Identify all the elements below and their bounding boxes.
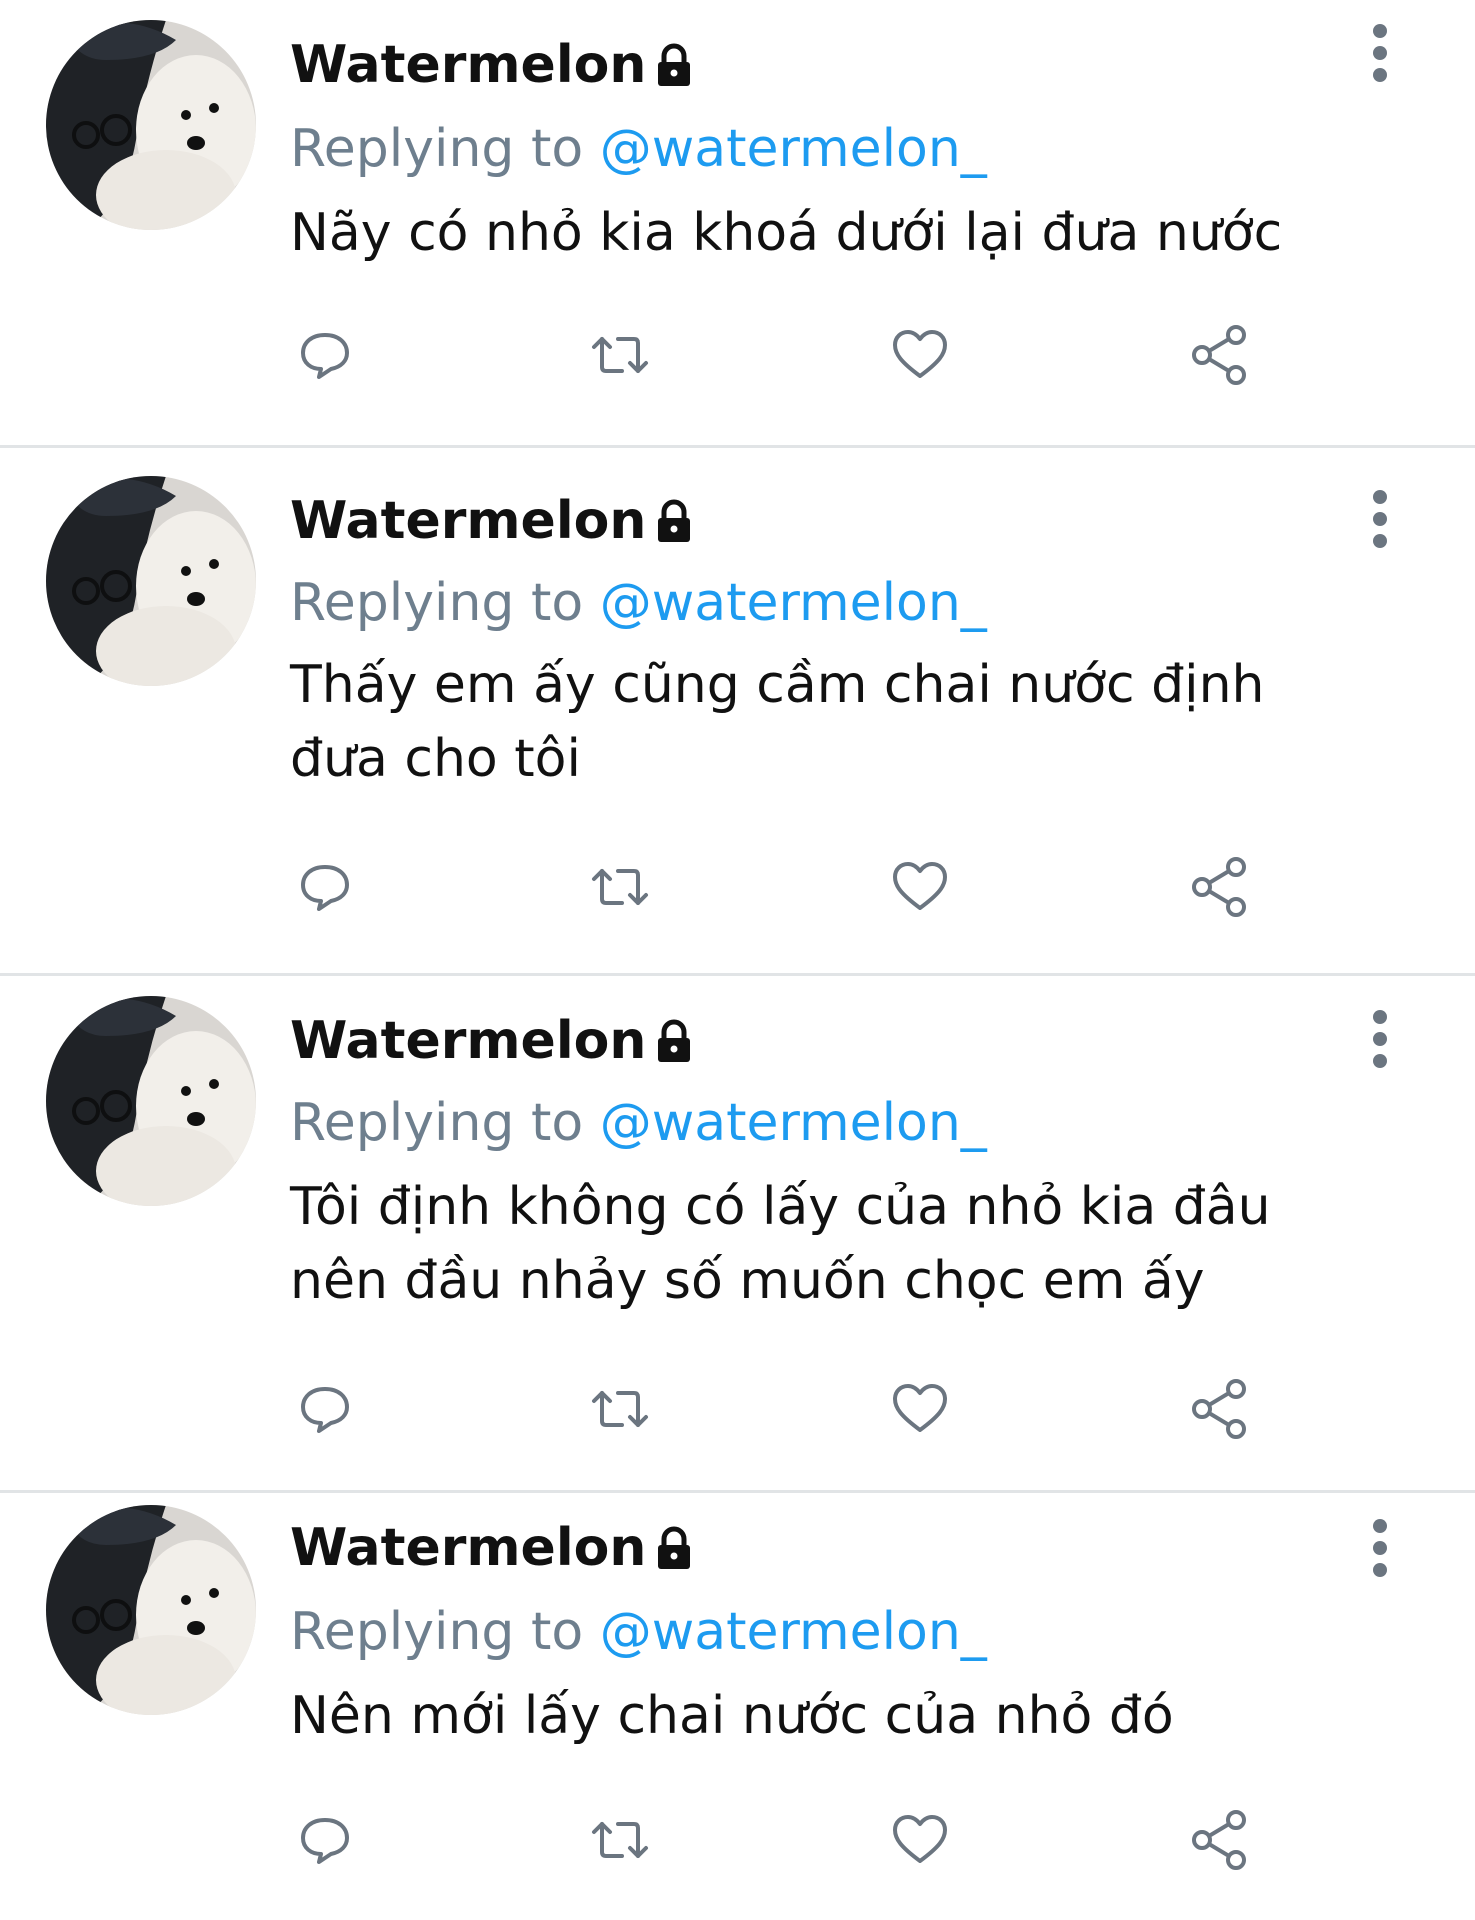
retweet-button[interactable]: [585, 1374, 655, 1444]
tweet-actions: [290, 852, 1270, 922]
more-vertical-icon: [1373, 24, 1387, 38]
avatar[interactable]: [46, 476, 256, 686]
reply-bubble-icon: [301, 333, 349, 379]
reply-handle-link[interactable]: @watermelon_: [600, 1602, 987, 1662]
tweet-text: Thấy em ấy cũng cầm chai nước định đưa c…: [290, 655, 1265, 789]
author-row: Watermelon: [290, 30, 694, 100]
share-icon: [1192, 857, 1246, 917]
reply-handle-link[interactable]: @watermelon_: [600, 119, 987, 179]
lock-icon: [654, 43, 694, 87]
replying-to: Replying to @watermelon_: [290, 114, 987, 184]
tweet[interactable]: Watermelon Replying to @watermelon_ Tôi …: [0, 976, 1475, 1490]
retweet-icon: [592, 1391, 648, 1427]
tweet-text: Tôi định không có lấy của nhỏ kia đâu nê…: [290, 1177, 1271, 1311]
reply-button[interactable]: [290, 852, 360, 922]
retweet-icon: [592, 337, 648, 373]
author-name[interactable]: Watermelon: [290, 1518, 646, 1578]
lock-icon: [654, 1526, 694, 1570]
author-name[interactable]: Watermelon: [290, 1011, 646, 1071]
tweet-actions: [290, 1805, 1270, 1875]
lock-icon: [654, 499, 694, 543]
like-button[interactable]: [885, 1805, 955, 1875]
heart-icon: [893, 1384, 947, 1432]
replying-to-label: Replying to: [290, 1602, 584, 1662]
avatar[interactable]: [46, 20, 256, 230]
share-icon: [1192, 325, 1246, 385]
retweet-icon: [592, 869, 648, 905]
reply-button[interactable]: [290, 1805, 360, 1875]
heart-icon: [893, 330, 947, 378]
share-icon: [1192, 1810, 1246, 1870]
reply-bubble-icon: [301, 1387, 349, 1433]
tweet-actions: [290, 320, 1270, 390]
reply-handle-link[interactable]: @watermelon_: [600, 1093, 987, 1153]
more-vertical-icon: [1373, 1519, 1387, 1533]
tweet-text: Nãy có nhỏ kia khoá dưới lại đưa nước: [290, 203, 1283, 263]
share-button[interactable]: [1185, 320, 1255, 390]
author-row: Watermelon: [290, 1513, 694, 1583]
replying-to: Replying to @watermelon_: [290, 568, 987, 638]
replying-to-label: Replying to: [290, 1093, 584, 1153]
reply-handle-link[interactable]: @watermelon_: [600, 573, 987, 633]
share-icon: [1192, 1379, 1246, 1439]
tweet[interactable]: Watermelon Replying to @watermelon_ Thấy…: [0, 448, 1475, 973]
share-button[interactable]: [1185, 1805, 1255, 1875]
like-button[interactable]: [885, 1374, 955, 1444]
author-row: Watermelon: [290, 1006, 694, 1076]
retweet-button[interactable]: [585, 1805, 655, 1875]
tweet[interactable]: Watermelon Replying to @watermelon_ Nãy …: [0, 0, 1475, 445]
like-button[interactable]: [885, 320, 955, 390]
replying-to: Replying to @watermelon_: [290, 1088, 987, 1158]
more-options-button[interactable]: [1360, 1513, 1400, 1583]
reply-bubble-icon: [301, 865, 349, 911]
more-options-button[interactable]: [1360, 18, 1400, 88]
avatar[interactable]: [46, 996, 256, 1206]
share-button[interactable]: [1185, 852, 1255, 922]
reply-bubble-icon: [301, 1818, 349, 1864]
replying-to: Replying to @watermelon_: [290, 1597, 987, 1667]
retweet-button[interactable]: [585, 320, 655, 390]
heart-icon: [893, 862, 947, 910]
more-vertical-icon: [1373, 490, 1387, 504]
retweet-button[interactable]: [585, 852, 655, 922]
author-row: Watermelon: [290, 486, 694, 556]
reply-button[interactable]: [290, 1374, 360, 1444]
lock-icon: [654, 1019, 694, 1063]
more-options-button[interactable]: [1360, 1004, 1400, 1074]
more-vertical-icon: [1373, 1010, 1387, 1024]
reply-button[interactable]: [290, 320, 360, 390]
tweet-text: Nên mới lấy chai nước của nhỏ đó: [290, 1686, 1174, 1746]
replying-to-label: Replying to: [290, 573, 584, 633]
tweet-actions: [290, 1374, 1270, 1444]
more-options-button[interactable]: [1360, 484, 1400, 554]
heart-icon: [893, 1815, 947, 1863]
tweet[interactable]: Watermelon Replying to @watermelon_ Nên …: [0, 1493, 1475, 1920]
share-button[interactable]: [1185, 1374, 1255, 1444]
avatar[interactable]: [46, 1505, 256, 1715]
like-button[interactable]: [885, 852, 955, 922]
author-name[interactable]: Watermelon: [290, 35, 646, 95]
author-name[interactable]: Watermelon: [290, 491, 646, 551]
retweet-icon: [592, 1822, 648, 1858]
replying-to-label: Replying to: [290, 119, 584, 179]
